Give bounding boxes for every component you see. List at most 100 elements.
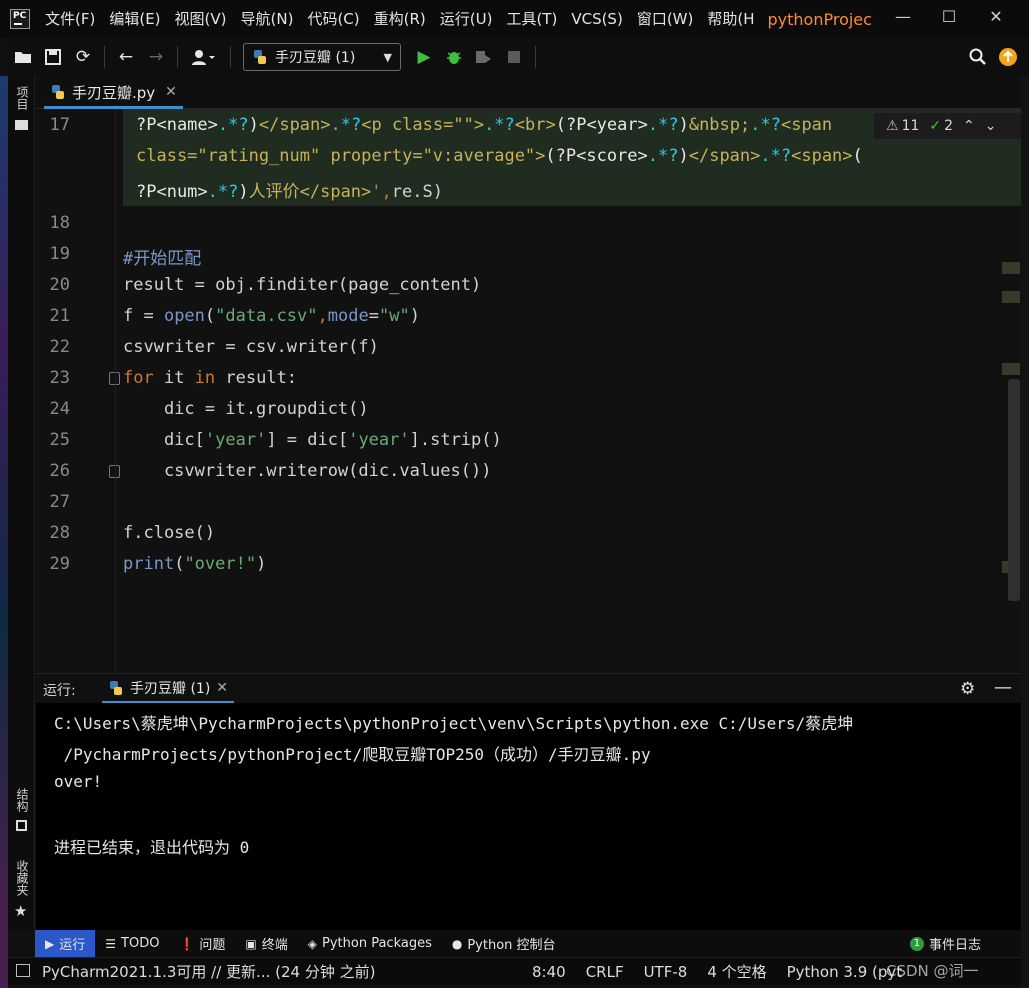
status-bar: PyCharm2021.1.3可用 // 更新... (24 分钟 之前) 8:… <box>8 957 1021 985</box>
code-line: #开始匹配 <box>123 249 202 269</box>
code-line: f = open("data.csv",mode="w") <box>123 306 420 326</box>
tab-python-packages-label: Python Packages <box>322 936 432 951</box>
editor-tab-bar: 手刃豆瓣.py ✕ <box>36 76 1021 109</box>
python-icon: ● <box>451 936 463 951</box>
status-message[interactable]: PyCharm2021.1.3可用 // 更新... (24 分钟 之前) <box>42 961 502 982</box>
caret-position[interactable]: 8:40 <box>532 963 566 981</box>
line-separator[interactable]: CRLF <box>586 963 624 981</box>
structure-tool-tab[interactable]: 结构 <box>12 788 32 812</box>
tab-python-packages[interactable]: ◈ Python Packages <box>298 930 442 957</box>
project-tool-tab[interactable]: 项目 <box>12 86 32 110</box>
warning-icon: ⚠ <box>886 118 899 134</box>
open-folder-icon[interactable] <box>8 42 38 72</box>
scroll-marker <box>1002 291 1020 303</box>
indent-setting[interactable]: 4 个空格 <box>707 961 766 982</box>
file-encoding[interactable]: UTF-8 <box>644 963 688 981</box>
tab-file[interactable]: 手刃豆瓣.py ✕ <box>44 78 183 109</box>
hide-panel-icon[interactable]: — <box>994 677 1012 698</box>
console-line: 进程已结束，退出代码为 0 <box>54 838 250 857</box>
toolbar-divider <box>535 46 536 68</box>
menu-navigate[interactable]: 导航(N) <box>234 0 301 38</box>
weak-warnings-count: 2 <box>944 118 954 134</box>
line-number: 27 <box>49 492 70 512</box>
chevron-up-icon[interactable]: ⌃ <box>963 118 975 134</box>
close-tab-icon[interactable]: ✕ <box>165 84 177 100</box>
toggle-tool-windows-icon[interactable] <box>16 964 30 977</box>
run-console[interactable]: C:\Users\蔡虎坤\PycharmProjects\pythonProje… <box>36 703 1021 930</box>
menu-help[interactable]: 帮助(H <box>700 0 761 38</box>
python-icon <box>110 680 122 695</box>
tab-terminal[interactable]: ▣ 终端 <box>235 930 297 957</box>
tab-todo-label: TODO <box>121 936 160 951</box>
warnings-indicator[interactable]: ⚠ 11 <box>886 118 919 134</box>
update-icon[interactable] <box>993 42 1023 72</box>
run-panel-label: 运行: <box>43 683 76 699</box>
menu-run[interactable]: 运行(U) <box>433 0 500 38</box>
menu-edit[interactable]: 编辑(E) <box>102 0 167 38</box>
line-number: 26 <box>49 461 70 481</box>
code-line: class="rating_num" property="v:average">… <box>136 146 863 166</box>
menu-tools[interactable]: 工具(T) <box>499 0 564 38</box>
code-line: print("over!") <box>123 554 267 574</box>
sync-icon[interactable]: ⟳ <box>68 42 98 72</box>
close-window-icon[interactable]: ✕ <box>973 0 1019 32</box>
menu-code[interactable]: 代码(C) <box>300 0 366 38</box>
line-gutter: 17 18 19 20 21 22 23 24 25 26 27 28 29 <box>36 109 120 671</box>
save-icon[interactable] <box>38 42 68 72</box>
code-line: ?P<name>.*?)</span>.*?<p class="">.*?<br… <box>136 115 833 135</box>
menu-view[interactable]: 视图(V) <box>168 0 234 38</box>
file-tab-label: 手刃豆瓣.py <box>72 83 156 102</box>
scroll-marker <box>1002 262 1020 274</box>
user-dropdown-icon[interactable] <box>184 42 224 72</box>
menu-refactor[interactable]: 重构(R) <box>367 0 433 38</box>
tab-event-log[interactable]: 1 事件日志 <box>909 930 981 957</box>
menu-window[interactable]: 窗口(W) <box>630 0 701 38</box>
back-arrow-icon[interactable]: ← <box>111 42 141 72</box>
code-editor[interactable]: 17 18 19 20 21 22 23 24 25 26 27 28 29 ?… <box>36 109 1021 671</box>
editor-scrollbar[interactable] <box>1008 379 1020 601</box>
tab-problems[interactable]: ❗ 问题 <box>169 930 235 957</box>
minimize-icon[interactable]: — <box>880 0 926 32</box>
tab-run[interactable]: ▶ 运行 <box>35 930 96 957</box>
code-line: csvwriter.writerow(dic.values()) <box>123 461 492 481</box>
python-file-icon <box>52 85 64 99</box>
maximize-icon[interactable]: ☐ <box>926 0 972 32</box>
run-configuration-select[interactable]: 手刃豆瓣 (1) ▼ <box>243 43 401 71</box>
menu-file[interactable]: 文件(F) <box>38 0 102 38</box>
layers-icon: ◈ <box>307 936 317 951</box>
run-icon[interactable]: ▶ <box>409 42 439 72</box>
gear-icon[interactable]: ⚙ <box>960 679 975 699</box>
run-configuration-label: 手刃豆瓣 (1) <box>275 50 356 66</box>
tab-todo[interactable]: ☰ TODO <box>95 930 169 957</box>
main-toolbar: ⟳ ← → 手刃豆瓣 (1) ▼ ▶ <box>8 38 1029 76</box>
tab-event-log-label: 事件日志 <box>928 938 981 953</box>
chevron-down-icon[interactable]: ⌄ <box>985 118 997 134</box>
code-line: ?P<num>.*?)人评价</span>',re.S) <box>136 182 443 202</box>
run-tab[interactable]: 手刃豆瓣 (1) ✕ <box>102 674 235 704</box>
forward-arrow-icon[interactable]: → <box>141 42 171 72</box>
weak-warnings-indicator[interactable]: ✓ 2 <box>929 118 953 134</box>
tab-python-console[interactable]: ● Python 控制台 <box>442 930 566 957</box>
search-icon[interactable] <box>963 42 993 72</box>
menu-vcs[interactable]: VCS(S) <box>564 0 629 38</box>
code-line: for it in result: <box>123 368 298 388</box>
coverage-icon[interactable] <box>469 42 499 72</box>
line-number: 20 <box>49 275 70 295</box>
right-tool-strip <box>1021 76 1029 988</box>
python-interpreter[interactable]: Python 3.9 (pyt <box>787 963 903 981</box>
line-number: 18 <box>49 213 70 233</box>
favorites-tool-tab[interactable]: 收藏夹 <box>12 860 32 896</box>
tab-python-console-label: Python 控制台 <box>467 938 556 953</box>
inspection-widget[interactable]: ⚠ 11 ✓ 2 ⌃ ⌄ <box>874 113 1021 139</box>
stop-icon[interactable] <box>499 42 529 72</box>
gutter-divider <box>115 109 116 671</box>
warnings-count: 11 <box>901 118 920 134</box>
bottom-tool-tabs: ▶ 运行 ☰ TODO ❗ 问题 ▣ 终端 ◈ Python Packages … <box>35 930 1021 957</box>
code-line: result = obj.finditer(page_content) <box>123 275 482 295</box>
close-tab-icon[interactable]: ✕ <box>216 680 228 696</box>
debug-icon[interactable] <box>439 42 469 72</box>
line-number: 21 <box>49 306 70 326</box>
console-line: /PycharmProjects/pythonProject/爬取豆瓣TOP25… <box>54 745 651 764</box>
console-line: over! <box>54 772 103 791</box>
code-line: dic['year'] = dic['year'].strip() <box>123 430 502 450</box>
